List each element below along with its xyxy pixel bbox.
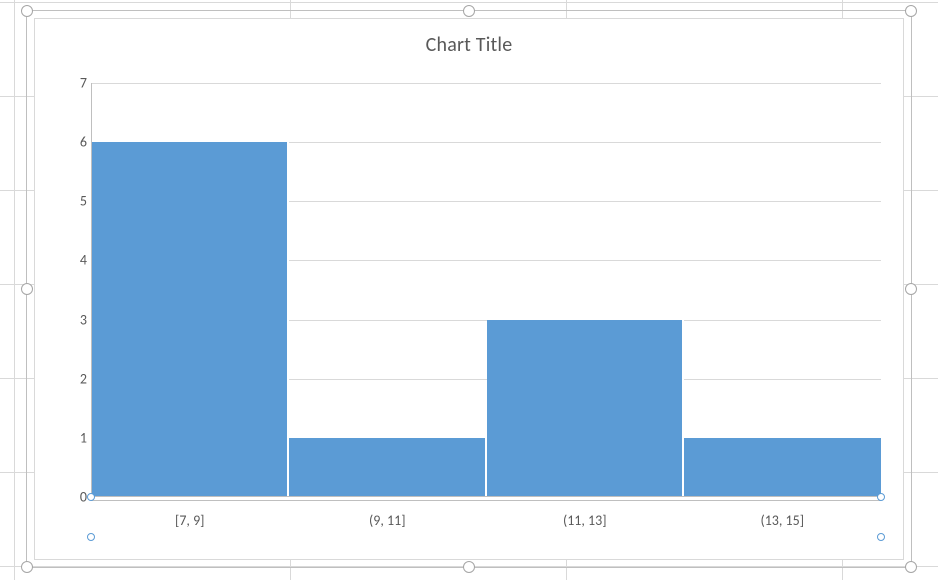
- resize-handle-mid-right[interactable]: [905, 283, 917, 295]
- x-tick-label: (9, 11]: [289, 512, 487, 529]
- axis-handle-bottom-left[interactable]: [87, 533, 95, 541]
- x-axis-line: [91, 496, 881, 497]
- resize-handle-bottom-right[interactable]: [905, 561, 917, 573]
- y-tick-label: 1: [55, 429, 87, 446]
- bar-slot: [289, 83, 486, 497]
- plot-handle-bottom-right[interactable]: [877, 493, 885, 501]
- resize-handle-top-left[interactable]: [21, 5, 33, 17]
- y-tick-label: 6: [55, 134, 87, 151]
- axis-handle-bottom-right[interactable]: [877, 533, 885, 541]
- y-tick-label: 3: [55, 311, 87, 328]
- resize-handle-mid-bottom[interactable]: [463, 561, 475, 573]
- bar[interactable]: [289, 438, 486, 497]
- plot-area[interactable]: 01234567: [91, 83, 881, 497]
- bar[interactable]: [684, 438, 881, 497]
- y-tick-label: 5: [55, 193, 87, 210]
- resize-handle-top-right[interactable]: [905, 5, 917, 17]
- bar-slot: [684, 83, 881, 497]
- bar[interactable]: [487, 320, 684, 497]
- y-axis: 01234567: [55, 83, 87, 497]
- resize-handle-bottom-left[interactable]: [21, 561, 33, 573]
- y-axis-line: [91, 83, 92, 497]
- x-axis-labels: [7, 9](9, 11](11, 13](13, 15]: [91, 512, 881, 529]
- chart-bars: [92, 83, 881, 497]
- y-tick-label: 0: [55, 489, 87, 506]
- y-tick-label: 7: [55, 75, 87, 92]
- plot-handle-bottom-left[interactable]: [87, 493, 95, 501]
- bar[interactable]: [92, 142, 289, 497]
- y-tick-label: 2: [55, 370, 87, 387]
- chart-object[interactable]: Chart Title 01234567 [7, 9](9, 11](11, 1…: [34, 18, 904, 560]
- x-tick-label: [7, 9]: [91, 512, 289, 529]
- y-tick-label: 4: [55, 252, 87, 269]
- resize-handle-mid-left[interactable]: [21, 283, 33, 295]
- x-tick-label: (11, 13]: [486, 512, 684, 529]
- x-tick-label: (13, 15]: [684, 512, 882, 529]
- bar-slot: [487, 83, 684, 497]
- resize-handle-mid-top[interactable]: [463, 5, 475, 17]
- chart-title[interactable]: Chart Title: [35, 33, 903, 57]
- bar-slot: [92, 83, 289, 497]
